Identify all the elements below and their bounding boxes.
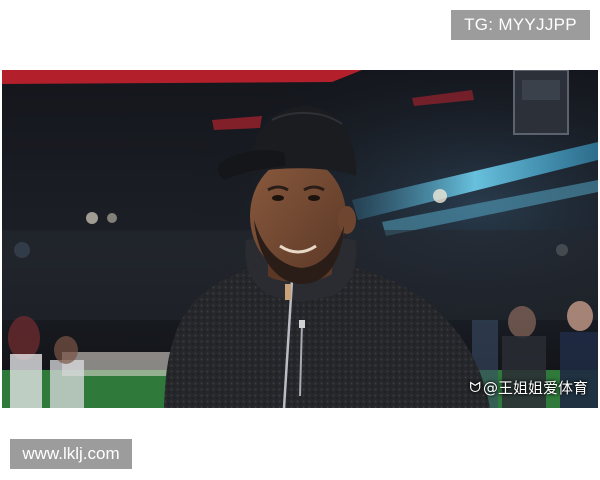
stadium-photo: ᗢ @王姐姐爱体育 (2, 70, 598, 408)
top-channel-tag: TG: MYYJJPP (451, 10, 590, 40)
bottom-site-tag: www.lklj.com (10, 439, 132, 469)
photo-illustration (2, 70, 598, 408)
weibo-icon: ᗢ (469, 379, 481, 396)
watermark-text: @王姐姐爱体育 (482, 379, 588, 397)
red-led-board (2, 70, 362, 84)
floodlight-rig (513, 70, 569, 135)
zipper-pull (285, 284, 291, 300)
photo-watermark: ᗢ @王姐姐爱体育 (469, 377, 588, 398)
